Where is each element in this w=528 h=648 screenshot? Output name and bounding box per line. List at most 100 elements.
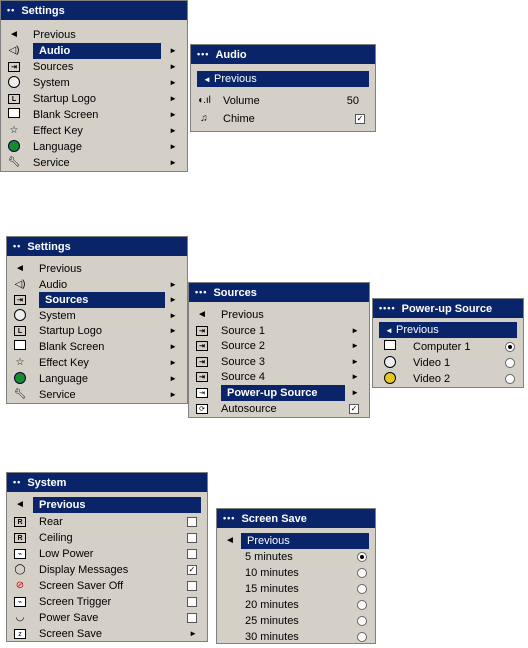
selected-highlight: Power-up Source	[221, 385, 345, 401]
checkbox[interactable]	[187, 613, 197, 623]
menu-item-10-minutes[interactable]: 10 minutes	[217, 565, 375, 581]
submenu-arrow-icon: ►	[169, 94, 177, 103]
submenu-arrow-icon: ►	[169, 78, 177, 87]
checkbox[interactable]: ✓	[187, 565, 197, 575]
menu-item-source-3[interactable]: ⇥ Source 3 ►	[189, 354, 369, 370]
star-icon: ☆	[9, 125, 19, 136]
globe-icon	[7, 140, 21, 153]
selected-highlight: ◄ Previous	[197, 71, 369, 87]
menu-item-label: Source 1	[221, 325, 266, 337]
menu-item-label: Video 1	[413, 357, 451, 369]
radio-button[interactable]	[357, 600, 367, 610]
checkbox[interactable]	[187, 517, 197, 527]
menu-title: ••• Screen Save	[217, 509, 375, 528]
menu-item-sources[interactable]: ⇥ Sources ►	[1, 59, 187, 75]
menu-item-system[interactable]: System ►	[7, 308, 187, 324]
system-icon	[7, 76, 21, 89]
menu-item-source-4[interactable]: ⇥ Source 4 ►	[189, 369, 369, 385]
menu-item-effect-key[interactable]: ☆ Effect Key ►	[1, 123, 187, 139]
menu-item-language[interactable]: Language ►	[7, 371, 187, 387]
checkbox[interactable]	[187, 581, 197, 591]
menu-item-ceiling[interactable]: R Ceiling	[7, 530, 207, 546]
menu-item-30-minutes[interactable]: 30 minutes	[217, 629, 375, 645]
menu-item-chime[interactable]: ♫ Chime ✓	[191, 111, 375, 127]
previous-arrow-icon: ◄	[197, 309, 207, 320]
chime-checkbox[interactable]: ✓	[355, 114, 365, 124]
radio-button[interactable]	[505, 342, 515, 352]
checkbox[interactable]	[187, 533, 197, 543]
menu-item-source-2[interactable]: ⇥ Source 2 ►	[189, 338, 369, 354]
menu-item-previous[interactable]: ◄ Previous	[373, 322, 523, 338]
menu-item-startup-logo[interactable]: L Startup Logo ►	[1, 91, 187, 107]
menu-item-20-minutes[interactable]: 20 minutes	[217, 597, 375, 613]
menu-item-label: Screen Save	[39, 628, 102, 640]
menu-item-screen-trigger[interactable]: ⌁ Screen Trigger	[7, 594, 207, 610]
menu-item-effect-key[interactable]: ☆ Effect Key ►	[7, 355, 187, 371]
autosource-checkbox[interactable]: ✓	[349, 404, 359, 414]
power-save-icon: ◡	[15, 612, 25, 623]
menu-item-system[interactable]: System ►	[1, 75, 187, 91]
menu-item-previous[interactable]: ◄ Previous	[7, 261, 187, 277]
radio-button[interactable]	[357, 568, 367, 578]
menu-item-label: System	[33, 77, 70, 89]
menu-title: ••• Audio	[191, 45, 375, 64]
menu-item-screen-saver-off[interactable]: ⊘ Screen Saver Off	[7, 578, 207, 594]
menu-item-label: 10 minutes	[245, 567, 299, 579]
menu-item-audio[interactable]: ◁) Audio ►	[7, 277, 187, 293]
menu-title: ••• Sources	[189, 283, 369, 302]
menu-item-service[interactable]: 🔧︎ Service ►	[1, 155, 187, 171]
source-icon: ⇥	[195, 324, 209, 337]
previous-arrow-icon: ◄	[9, 29, 19, 40]
menu-item-previous[interactable]: ◄ Previous	[217, 533, 375, 549]
menu-item-previous[interactable]: ◄ Previous	[7, 497, 207, 513]
menu-item-low-power[interactable]: ⌁ Low Power	[7, 546, 207, 562]
menu-item-computer-1[interactable]: Computer 1	[373, 339, 523, 355]
menu-item-screen-save[interactable]: z Screen Save ►	[7, 626, 207, 642]
checkbox[interactable]	[187, 597, 197, 607]
star-icon: ☆	[15, 357, 25, 368]
menu-item-power-save[interactable]: ◡ Power Save	[7, 610, 207, 626]
chime-icon: ♫	[200, 113, 208, 124]
checkbox[interactable]	[187, 549, 197, 559]
menu-item-5-minutes[interactable]: 5 minutes	[217, 549, 375, 565]
video-icon	[383, 372, 397, 385]
menu-item-label: Service	[33, 157, 70, 169]
submenu-arrow-icon: ►	[351, 357, 359, 366]
menu-item-autosource[interactable]: ⟳ Autosource ✓	[189, 401, 369, 417]
menu-item-blank-screen[interactable]: Blank Screen ►	[1, 107, 187, 123]
menu-item-video-2[interactable]: Video 2	[373, 371, 523, 387]
menu-item-display-messages[interactable]: ◯ Display Messages ✓	[7, 562, 207, 578]
menu-item-previous[interactable]: ◄ Previous	[191, 71, 375, 87]
selected-highlight: Previous	[241, 533, 369, 549]
menu-item-startup-logo[interactable]: L Startup Logo ►	[7, 323, 187, 339]
menu-item-video-1[interactable]: Video 1	[373, 355, 523, 371]
sources-menu: ••• Sources ◄ Previous ⇥ Source 1 ► ⇥ Source …	[188, 282, 370, 418]
menu-item-language[interactable]: Language ►	[1, 139, 187, 155]
submenu-arrow-icon: ►	[169, 46, 177, 55]
source-icon: ⇥	[195, 370, 209, 383]
menu-item-label: Rear	[39, 516, 63, 528]
radio-button[interactable]	[357, 584, 367, 594]
menu-item-blank-screen[interactable]: Blank Screen ►	[7, 339, 187, 355]
radio-button[interactable]	[357, 632, 367, 642]
menu-item-previous[interactable]: ◄ Previous	[189, 307, 369, 323]
radio-button[interactable]	[357, 616, 367, 626]
menu-item-25-minutes[interactable]: 25 minutes	[217, 613, 375, 629]
menu-item-15-minutes[interactable]: 15 minutes	[217, 581, 375, 597]
menu-item-power-up-source[interactable]: ⇥ Power-up Source ►	[189, 385, 369, 401]
menu-item-source-1[interactable]: ⇥ Source 1 ►	[189, 323, 369, 339]
menu-item-volume[interactable]: ◖.ıl Volume 50	[191, 93, 375, 109]
screen-trigger-icon: ⌁	[13, 595, 27, 608]
menu-item-label: Previous	[221, 309, 264, 321]
previous-arrow-icon: ◄	[225, 535, 235, 546]
menu-item-audio[interactable]: ◁) Audio ►	[1, 43, 187, 59]
menu-item-rear[interactable]: R Rear	[7, 514, 207, 530]
menu-item-previous[interactable]: ◄ Previous	[1, 27, 187, 43]
menu-item-service[interactable]: 🔧︎ Service ►	[7, 387, 187, 403]
radio-button[interactable]	[357, 552, 367, 562]
radio-button[interactable]	[505, 374, 515, 384]
selected-highlight: ◄ Previous	[379, 322, 517, 338]
radio-button[interactable]	[505, 358, 515, 368]
menu-item-sources[interactable]: ⇥ Sources ►	[7, 292, 187, 308]
system-icon	[13, 309, 27, 322]
